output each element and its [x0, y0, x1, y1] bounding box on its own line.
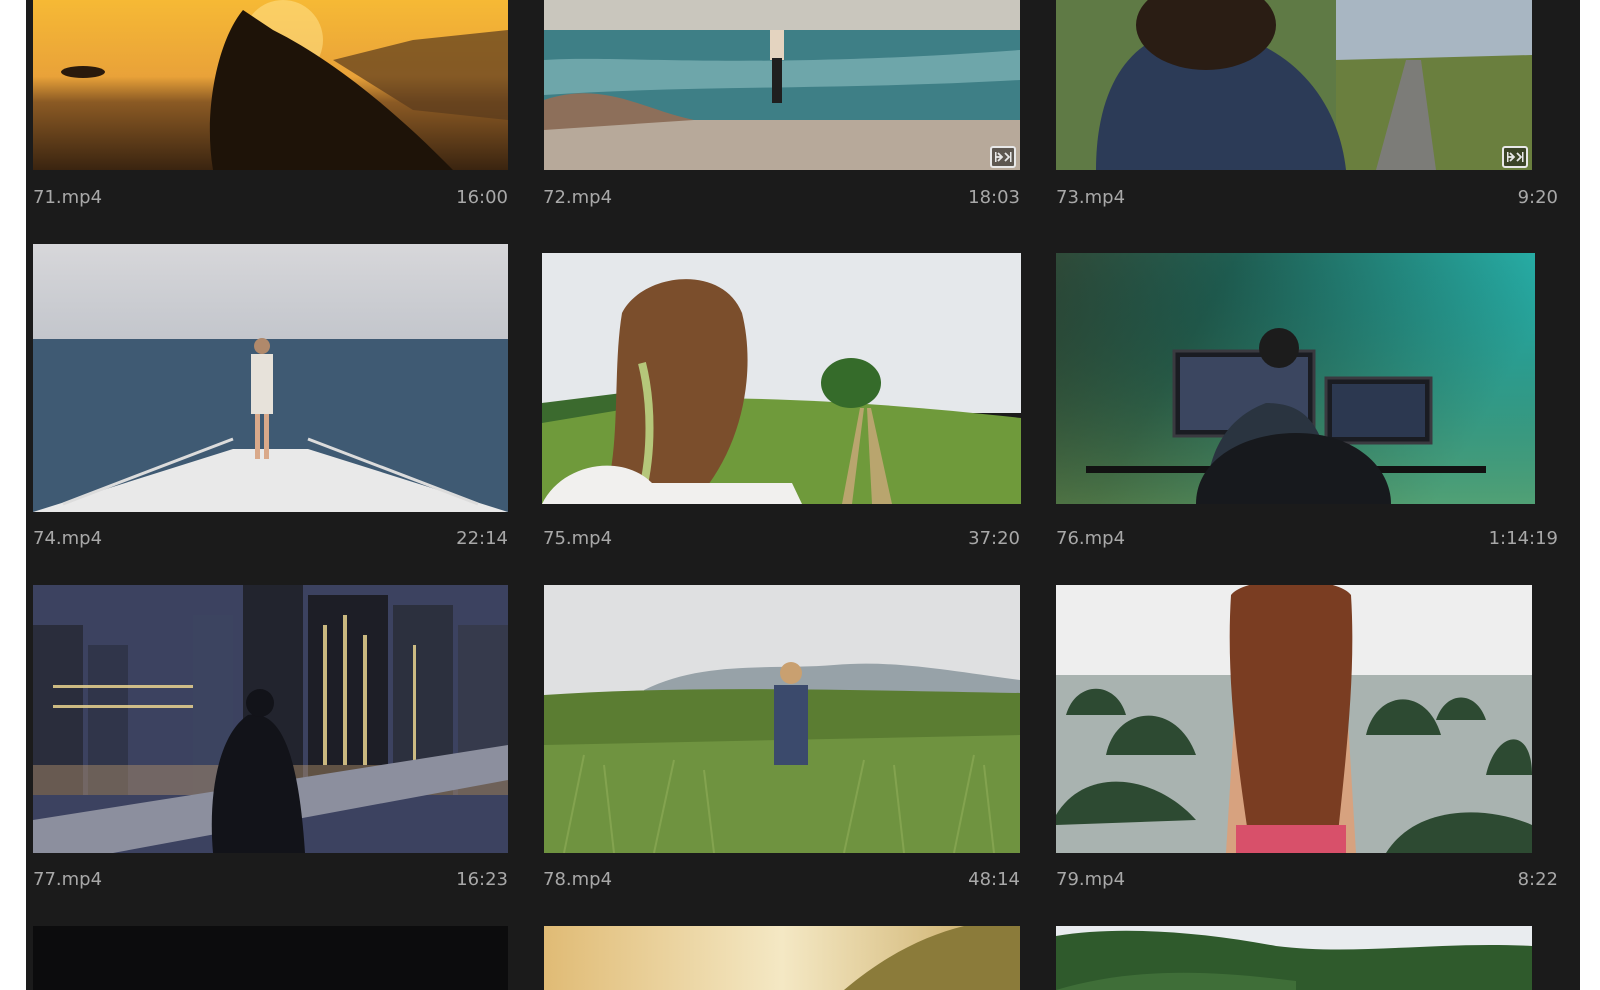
clip-duration: 9:20 — [1517, 187, 1558, 208]
clip-79[interactable]: 79.mp4 8:22 — [1048, 570, 1580, 910]
clip-thumbnail[interactable] — [33, 244, 508, 512]
clip-77[interactable]: 77.mp4 16:23 — [26, 570, 536, 910]
clip-duration: 37:20 — [968, 528, 1020, 549]
clip-name: 79.mp4 — [1056, 869, 1126, 890]
clip-name: 74.mp4 — [33, 528, 103, 549]
clip-duration: 16:00 — [456, 187, 508, 208]
clip-71[interactable]: 71.mp4 16:00 — [26, 0, 536, 230]
clip-80[interactable] — [26, 910, 536, 990]
clip-name: 72.mp4 — [543, 187, 613, 208]
clip-name: 73.mp4 — [1056, 187, 1126, 208]
clip-duration: 22:14 — [456, 528, 508, 549]
clip-thumbnail[interactable] — [544, 0, 1020, 170]
clip-thumbnail[interactable] — [1056, 926, 1532, 990]
clip-name: 78.mp4 — [543, 869, 613, 890]
clip-thumbnail[interactable] — [544, 585, 1020, 853]
clip-duration: 1:14:19 — [1488, 528, 1558, 549]
clip-thumbnail[interactable] — [1056, 253, 1535, 504]
transition-icon[interactable] — [990, 146, 1016, 168]
clip-74[interactable]: 74.mp4 22:14 — [26, 230, 536, 570]
transition-icon[interactable] — [1502, 146, 1528, 168]
clip-duration: 8:22 — [1517, 869, 1558, 890]
clip-duration: 16:23 — [456, 869, 508, 890]
media-pool-panel: 71.mp4 16:00 72.mp4 18:03 73.mp4 9:20 74… — [26, 0, 1580, 990]
clip-name: 71.mp4 — [33, 187, 103, 208]
clip-78[interactable]: 78.mp4 48:14 — [536, 570, 1048, 910]
clip-thumbnail[interactable] — [33, 926, 508, 990]
clip-name: 75.mp4 — [543, 528, 613, 549]
clip-thumbnail[interactable] — [1056, 585, 1532, 853]
clip-name: 76.mp4 — [1056, 528, 1126, 549]
clip-thumbnail[interactable] — [542, 253, 1021, 504]
clip-73[interactable]: 73.mp4 9:20 — [1048, 0, 1580, 230]
clip-76[interactable]: 76.mp4 1:14:19 — [1048, 230, 1580, 570]
clip-thumbnail[interactable] — [1056, 0, 1532, 170]
clip-82[interactable] — [1048, 910, 1580, 990]
clip-81[interactable] — [536, 910, 1048, 990]
clip-duration: 48:14 — [968, 869, 1020, 890]
clip-duration: 18:03 — [968, 187, 1020, 208]
clip-thumbnail[interactable] — [544, 926, 1020, 990]
clip-name: 77.mp4 — [33, 869, 103, 890]
clip-75[interactable]: 75.mp4 37:20 — [536, 230, 1048, 570]
clip-72[interactable]: 72.mp4 18:03 — [536, 0, 1048, 230]
clip-thumbnail[interactable] — [33, 0, 508, 170]
clip-thumbnail[interactable] — [33, 585, 508, 853]
